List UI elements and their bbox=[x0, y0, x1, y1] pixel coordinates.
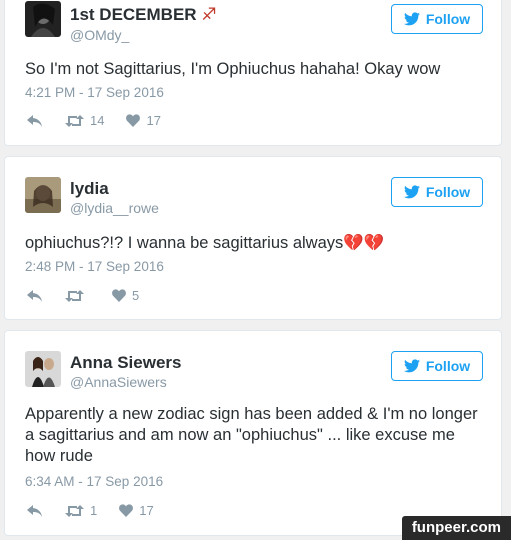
retweet-button[interactable]: 1 bbox=[65, 503, 97, 518]
tweet-actions: 14 17 bbox=[27, 113, 183, 128]
tweet-card: Anna Siewers @AnnaSiewers Follow Apparen… bbox=[4, 330, 502, 536]
heart-icon bbox=[126, 114, 141, 127]
retweet-count: 1 bbox=[90, 503, 98, 518]
like-count: 17 bbox=[139, 503, 154, 518]
watermark: funpeer.com bbox=[401, 516, 511, 540]
retweet-count: 14 bbox=[90, 113, 105, 128]
reply-icon bbox=[27, 289, 42, 302]
user-handle[interactable]: @lydia__rowe bbox=[70, 200, 159, 216]
user-name[interactable]: lydia bbox=[70, 179, 109, 199]
heart-icon bbox=[119, 504, 134, 517]
like-button[interactable]: 17 bbox=[126, 113, 161, 128]
retweet-icon bbox=[65, 504, 84, 517]
tweet-timestamp[interactable]: 6:34 AM - 17 Sep 2016 bbox=[25, 474, 163, 489]
tweet-text: Apparently a new zodiac sign has been ad… bbox=[25, 405, 478, 465]
retweet-button[interactable] bbox=[65, 289, 90, 302]
follow-button[interactable]: Follow bbox=[391, 351, 483, 381]
tweet-timestamp[interactable]: 4:21 PM - 17 Sep 2016 bbox=[25, 85, 164, 100]
tweet-text: So I'm not Sagittarius, I'm Ophiuchus ha… bbox=[25, 60, 441, 78]
tweet-actions: 1 17 bbox=[27, 503, 176, 518]
user-name[interactable]: Anna Siewers bbox=[70, 353, 182, 373]
like-button[interactable]: 5 bbox=[112, 288, 139, 303]
sagittarius-icon: ♐ bbox=[201, 5, 217, 24]
twitter-bird-icon bbox=[403, 359, 420, 373]
avatar[interactable] bbox=[25, 1, 61, 37]
avatar[interactable] bbox=[25, 351, 61, 387]
reply-icon bbox=[27, 114, 42, 127]
retweet-icon bbox=[65, 114, 84, 127]
follow-label: Follow bbox=[425, 358, 471, 374]
tweet-card: 1st DECEMBER ♐ @OMdy_ Follow So I'm not … bbox=[4, 0, 502, 146]
heart-icon bbox=[112, 289, 126, 302]
retweet-button[interactable]: 14 bbox=[65, 113, 104, 128]
follow-button[interactable]: Follow bbox=[391, 177, 483, 207]
reply-button[interactable] bbox=[27, 289, 43, 302]
user-name[interactable]: 1st DECEMBER ♐ bbox=[70, 5, 217, 25]
twitter-bird-icon bbox=[403, 12, 420, 26]
reply-icon bbox=[27, 504, 42, 517]
tweet-card: lydia @lydia__rowe Follow ophiuchus?!? I… bbox=[4, 156, 502, 320]
user-handle[interactable]: @OMdy_ bbox=[70, 27, 129, 43]
follow-button[interactable]: Follow bbox=[391, 4, 483, 34]
user-handle[interactable]: @AnnaSiewers bbox=[70, 374, 167, 390]
tweet-text: ophiuchus?!? I wanna be sagittarius alwa… bbox=[25, 234, 385, 252]
reply-button[interactable] bbox=[27, 504, 43, 517]
avatar[interactable] bbox=[25, 177, 61, 213]
like-count: 17 bbox=[146, 113, 161, 128]
follow-label: Follow bbox=[425, 184, 471, 200]
tweet-actions: 5 bbox=[27, 288, 161, 303]
retweet-icon bbox=[65, 289, 84, 302]
broken-heart-icon: 💔💔 bbox=[343, 234, 385, 252]
reply-button[interactable] bbox=[27, 114, 43, 127]
like-count: 5 bbox=[132, 288, 140, 303]
follow-label: Follow bbox=[425, 11, 471, 27]
twitter-bird-icon bbox=[403, 185, 420, 199]
like-button[interactable]: 17 bbox=[119, 503, 154, 518]
tweet-timestamp[interactable]: 2:48 PM - 17 Sep 2016 bbox=[25, 259, 164, 274]
